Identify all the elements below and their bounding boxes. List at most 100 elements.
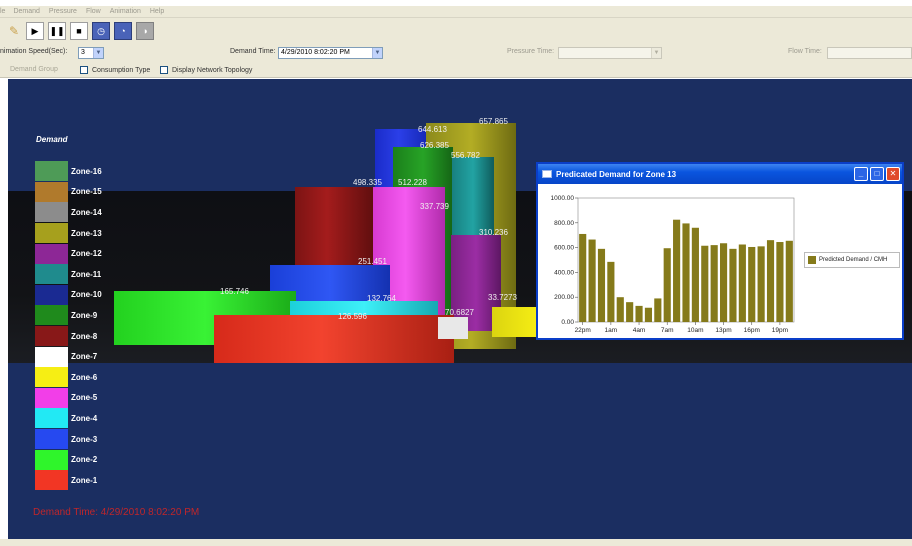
chevron-down-icon: ▼ [372,48,382,58]
legend-item: Zone-3 [35,429,115,450]
demand-time-select[interactable]: 4/29/2010 8:02:20 PM ▼ [278,47,383,59]
legend-swatch [35,284,68,305]
demand-time-label: Demand Time: [230,48,276,55]
y-tick-label: 0.00 [561,319,574,326]
animation-speed-select[interactable]: 3 ▼ [78,47,104,59]
display-options: Demand Group Consumption Type Display Ne… [0,62,912,78]
window-title: Predicated Demand for Zone 13 [556,169,677,179]
clock-search-icon: ◑ [142,26,148,36]
legend-item: Zone-15 [35,181,115,203]
zone-1-bar [214,315,454,363]
legend-swatch [35,202,68,223]
bar-value-label: 512.228 [398,178,427,187]
legend-label: Zone-8 [71,331,98,341]
x-tick-label: 19pm [772,327,788,334]
animation-speed-label: nimation Speed(Sec): [0,48,68,55]
chevron-down-icon: ▼ [93,48,103,58]
pause-icon: ❚❚ [49,25,65,36]
legend-swatch [35,470,68,491]
legend-swatch [35,346,68,367]
play-icon: ▶ [31,25,39,36]
network-topology-checkbox[interactable]: Display Network Topology [160,66,252,74]
menu-animation[interactable]: Animation [110,8,141,15]
consumption-type-label: Consumption Type [92,66,151,74]
chart-bar [616,297,624,322]
chart-bar [691,227,699,322]
legend-label: Zone-2 [71,455,98,465]
legend-swatch [808,256,816,264]
demand-group-label: Demand Group [10,66,58,73]
3d-demand-view[interactable]: 657.865 644.613 626.385 556.782 498.335 … [8,79,912,539]
minimize-button[interactable]: _ [854,167,868,181]
legend-swatch [35,449,68,470]
minimize-icon: _ [858,169,864,178]
chart-legend: Predicted Demand / CMH [804,252,900,268]
chart-bar [635,305,643,322]
time-controls: nimation Speed(Sec): 3 ▼ Demand Time: 4/… [0,44,912,62]
chart-bar [719,243,728,322]
menu-bar: le Demand Pressure Flow Animation Help [0,6,912,18]
legend-item: Zone-4 [35,408,115,429]
chart-bar [738,244,746,322]
chevron-down-icon: ▼ [651,48,661,58]
legend-item: Zone-12 [35,243,115,264]
demand-time-overlay: Demand Time: 4/29/2010 8:02:20 PM [33,507,200,518]
chart-bar [607,261,615,322]
legend-label: Zone-3 [71,434,98,444]
menu-flow[interactable]: Flow [86,8,101,15]
chart-bar [729,248,737,322]
clock-settings-button[interactable]: ◷ [92,22,110,40]
chart-bar [644,307,653,322]
legend-label: Zone-14 [71,207,102,217]
legend-label: Zone-15 [71,187,102,197]
window-title-bar[interactable]: Predicated Demand for Zone 13 _ □ ✕ [538,164,902,184]
chart-bar [776,242,784,322]
clock-button[interactable]: ◔ [114,22,132,40]
pressure-time-select[interactable]: ▼ [558,47,662,59]
x-tick-label: 22pm [575,327,591,334]
search-clock-button[interactable]: ◑ [136,22,154,40]
legend-swatch [35,326,68,347]
stop-icon: ■ [76,26,82,36]
legend-item: Zone-5 [35,387,115,409]
consumption-type-checkbox[interactable]: Consumption Type [80,66,150,74]
toolbar: ✎ ▶ ❚❚ ■ ◷ ◔ ◑ [0,18,912,44]
zone-6-bar [492,307,538,337]
bar-value-label: 251.451 [358,257,387,266]
menu-file[interactable]: le [0,8,5,15]
menu-demand[interactable]: Demand [13,8,39,15]
legend-swatch [35,264,68,285]
close-button[interactable]: ✕ [886,167,900,181]
chart-bar [654,298,662,322]
legend-item: Zone-1 [35,470,115,491]
checkbox-box[interactable] [80,66,88,74]
legend-label: Zone-5 [71,393,98,403]
legend-swatch [35,367,68,388]
zone-demand-window[interactable]: Predicated Demand for Zone 13 _ □ ✕ 0.00… [536,162,904,340]
status-strip [0,539,912,546]
bar-value-label: 33.7273 [488,293,517,302]
chart-bar [710,245,718,322]
legend-swatch [35,243,68,264]
legend-label: Zone-13 [71,228,102,238]
flow-time-select[interactable] [827,47,912,59]
chart-bar [588,239,596,322]
demand-group-checkbox[interactable]: Demand Group [0,66,58,73]
zone-7-bar [438,317,468,339]
play-button[interactable]: ▶ [26,22,44,40]
stop-button[interactable]: ■ [70,22,88,40]
legend-item: Zone-7 [35,346,115,367]
menu-pressure[interactable]: Pressure [49,8,77,15]
menu-help[interactable]: Help [150,8,164,15]
x-tick-label: 7am [661,327,674,334]
pause-button[interactable]: ❚❚ [48,22,66,40]
legend-swatch [35,181,68,202]
pencil-icon[interactable]: ✎ [6,22,22,40]
legend-label: Zone-11 [71,269,102,279]
legend-series-name: Predicted Demand / CMH [819,257,888,263]
maximize-button[interactable]: □ [870,167,884,181]
checkbox-box[interactable] [160,66,168,74]
x-tick-label: 1am [605,327,618,334]
zone-legend: Zone-16 Zone-15 Zone-14 Zone-13 Zone-12 Zone-… [35,161,115,491]
network-topology-label: Display Network Topology [172,66,253,74]
